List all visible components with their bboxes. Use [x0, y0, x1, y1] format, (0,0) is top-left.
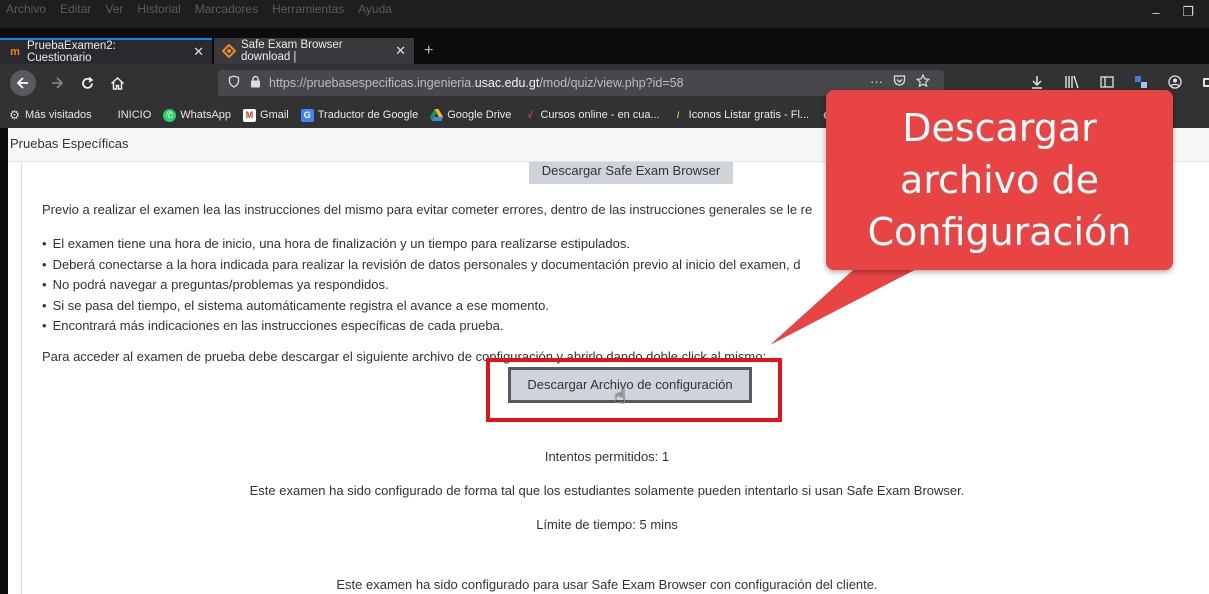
bookmark-label: Google Drive [447, 109, 512, 121]
attempts-text: Intentos permitidos: 1 [544, 449, 670, 464]
back-button[interactable] [10, 70, 36, 96]
menu-ver[interactable]: Ver [105, 2, 123, 16]
moodle-icon: m [10, 46, 20, 58]
list-item: Deberá conectarse a la hora indicada par… [42, 255, 801, 276]
bookmark-star-icon[interactable] [915, 73, 931, 91]
hand-cursor-icon: ☝ [614, 386, 627, 408]
whatsapp-icon: ✆ [163, 108, 177, 122]
tab-title: Safe Exam Browser download | [241, 39, 343, 63]
menu-herramientas[interactable]: Herramientas [272, 2, 344, 16]
bookmark-label: WhatsApp [180, 109, 232, 121]
home-button[interactable] [106, 72, 128, 94]
arrow-right-icon [52, 77, 64, 89]
bookmark-inicio[interactable]: INICIO [118, 109, 152, 121]
menu-archivo[interactable]: Archivo [6, 2, 46, 16]
menu-bar: Archivo Editar Ver Historial Marcadores … [6, 2, 392, 16]
callout-line: Descargar [902, 106, 1097, 150]
home-icon [110, 76, 124, 90]
callout-text: Descargar archivo de Configuración [826, 102, 1173, 258]
bookmark-iconos[interactable]: / Iconos Listar gratis - Fl... [672, 109, 809, 122]
translate-icon: G [300, 108, 314, 122]
instructions-list: El examen tiene una hora de inicio, una … [42, 234, 801, 337]
menu-ayuda[interactable]: Ayuda [358, 2, 392, 16]
account-icon[interactable] [1168, 75, 1182, 92]
list-item: El examen tiene una hora de inicio, una … [42, 234, 801, 255]
lock-icon[interactable] [250, 75, 261, 91]
bookmark-label: Más visitados [25, 109, 92, 121]
gmail-icon: M [243, 108, 257, 122]
bookmark-label: Traductor de Google [317, 109, 419, 121]
seb-required-text: Este examen ha sido configurado de forma… [249, 483, 965, 498]
time-limit-text: Límite de tiempo: 5 mins [536, 517, 678, 532]
window-controls: – ❐ [1149, 4, 1195, 20]
close-tab-icon[interactable]: ✕ [395, 43, 406, 59]
restore-button[interactable]: ❐ [1181, 4, 1195, 20]
pocket-icon[interactable] [893, 74, 906, 91]
bookmark-label: Gmail [260, 109, 289, 121]
callout-line: archivo de [900, 158, 1099, 202]
menu-editar[interactable]: Editar [60, 2, 91, 16]
forward-button[interactable] [46, 72, 68, 94]
list-item: Encontrará más indicaciones en las instr… [42, 316, 801, 337]
close-tab-icon[interactable]: ✕ [193, 44, 204, 60]
annotation-callout: Descargar archivo de Configuración [826, 90, 1173, 270]
tab-prueba-examen[interactable]: m PruebaExamen2: Cuestionario ✕ [0, 38, 212, 64]
bookmark-label: INICIO [117, 109, 152, 121]
bookmark-label: Iconos Listar gratis - Fl... [688, 109, 810, 121]
list-item: Si se pasa del tiempo, el sistema automá… [42, 296, 801, 317]
client-config-text: Este examen ha sido configurado para usa… [336, 577, 878, 592]
download-seb-button[interactable]: Descargar Safe Exam Browser [529, 162, 733, 184]
intro-text: Previo a realizar el examen lea las inst… [42, 202, 813, 217]
tab-title: PruebaExamen2: Cuestionario [26, 40, 116, 64]
url-path: /mod/quiz/view.php?id=58 [539, 76, 684, 90]
bookmark-cursos[interactable]: √ Cursos online - en cua... [523, 109, 659, 122]
browser-window: Archivo Editar Ver Historial Marcadores … [0, 0, 1209, 594]
bookmark-whatsapp[interactable]: ✆ WhatsApp [163, 108, 232, 122]
url-domain: usac.edu.gt [474, 76, 540, 90]
screenshot-icon[interactable] [1202, 75, 1209, 92]
tab-seb-download[interactable]: Safe Exam Browser download | ✕ [214, 38, 414, 64]
highlight-box [486, 358, 782, 422]
seb-icon [222, 44, 236, 58]
reload-icon [81, 76, 93, 89]
url-prefix: https://pruebasespecificas.ingenieria. [269, 76, 475, 90]
menu-marcadores[interactable]: Marcadores [195, 2, 258, 16]
reload-button[interactable] [76, 72, 98, 94]
tab-strip: m PruebaExamen2: Cuestionario ✕ Safe Exa… [0, 28, 1209, 64]
flaticon-icon: / [676, 110, 680, 120]
bookmark-gmail[interactable]: M Gmail [243, 108, 289, 122]
bookmark-drive[interactable]: Google Drive [430, 109, 511, 122]
callout-line: Configuración [867, 210, 1132, 254]
page-actions-button[interactable]: ··· [870, 74, 883, 91]
site-title[interactable]: Pruebas Específicas [10, 136, 129, 151]
shield-icon[interactable] [228, 75, 240, 91]
bookmark-traductor[interactable]: G Traductor de Google [300, 108, 419, 122]
new-tab-button[interactable]: + [424, 42, 433, 60]
minimize-button[interactable]: – [1149, 4, 1163, 20]
bookmark-mas-visitados[interactable]: ⚙ Más visitados [8, 108, 92, 122]
bookmark-label: Cursos online - en cua... [540, 109, 660, 121]
gear-icon: ⚙ [9, 108, 20, 122]
title-bar: Archivo Editar Ver Historial Marcadores … [0, 0, 1209, 28]
list-item: No podrá navegar a preguntas/problemas y… [42, 275, 801, 296]
url-actions: ··· [870, 73, 931, 91]
menu-historial[interactable]: Historial [137, 2, 180, 16]
drive-icon [430, 109, 444, 122]
arrow-left-icon [16, 77, 28, 89]
cursos-icon: √ [527, 110, 533, 120]
